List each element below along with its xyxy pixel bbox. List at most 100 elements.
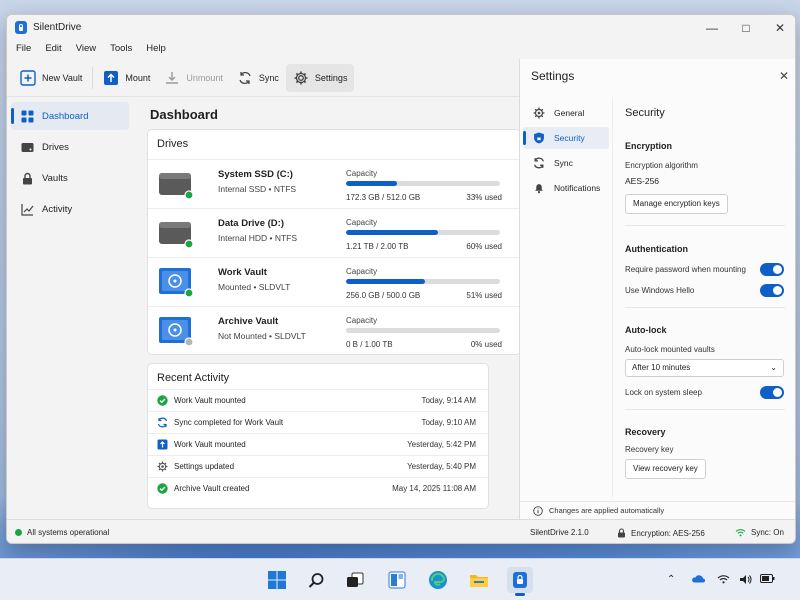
sidebar: Dashboard Drives Vaults Activity bbox=[7, 99, 133, 519]
drive-subtitle: Not Mounted • SLDVLT bbox=[218, 331, 306, 341]
volume-icon[interactable] bbox=[739, 574, 752, 588]
activity-text: Work Vault mounted bbox=[174, 440, 246, 449]
activity-time: May 14, 2025 11:08 AM bbox=[392, 484, 476, 493]
info-icon bbox=[533, 505, 543, 516]
settings-nav-notifications[interactable]: Notifications bbox=[523, 177, 609, 199]
windows-hello-label: Use Windows Hello bbox=[625, 286, 695, 295]
menu-view[interactable]: View bbox=[76, 41, 96, 59]
settings-footer: Changes are applied automatically bbox=[520, 501, 795, 519]
menu-edit[interactable]: Edit bbox=[45, 41, 61, 59]
close-settings-button[interactable]: ✕ bbox=[779, 69, 789, 83]
unmount-icon bbox=[164, 70, 180, 86]
manage-encryption-keys-button[interactable]: Manage encryption keys bbox=[625, 194, 728, 214]
taskbar-search-button[interactable] bbox=[303, 567, 329, 593]
activity-row[interactable]: Archive Vault created May 14, 2025 11:08… bbox=[148, 477, 488, 499]
sidebar-item-activity[interactable]: Activity bbox=[11, 195, 129, 223]
status-dot-icon bbox=[15, 529, 22, 536]
activity-text: Archive Vault created bbox=[174, 484, 250, 493]
tray-overflow-chevron-icon[interactable]: ⌃ bbox=[667, 574, 675, 585]
widgets-icon bbox=[388, 571, 406, 589]
capacity-bar bbox=[346, 230, 500, 235]
widgets-button[interactable] bbox=[384, 567, 410, 593]
settings-nav-general[interactable]: General bbox=[523, 102, 609, 124]
system-status-text: All systems operational bbox=[27, 528, 110, 537]
drive-row[interactable]: Work Vault Mounted • SLDVLT Capacity 256… bbox=[148, 257, 520, 306]
recovery-key-label: Recovery key bbox=[625, 445, 674, 454]
menu-tools[interactable]: Tools bbox=[110, 41, 132, 59]
settings-footer-text: Changes are applied automatically bbox=[549, 506, 665, 515]
autolock-mounted-label: Auto-lock mounted vaults bbox=[625, 345, 715, 354]
drive-subtitle: Internal SSD • NTFS bbox=[218, 184, 297, 194]
lock-on-sleep-toggle[interactable] bbox=[760, 386, 784, 399]
capacity-label: Capacity bbox=[346, 316, 378, 325]
system-status: All systems operational bbox=[15, 528, 109, 537]
edge-browser-icon bbox=[429, 571, 447, 589]
start-button[interactable] bbox=[264, 567, 290, 593]
app-version-text: SilentDrive 2.1.0 bbox=[530, 528, 589, 537]
activity-row[interactable]: Settings updated Yesterday, 5:40 PM bbox=[148, 455, 488, 477]
drive-row[interactable]: System SSD (C:) Internal SSD • NTFS Capa… bbox=[148, 159, 520, 208]
settings-panel: Settings ✕ General Security Sync Notific… bbox=[519, 59, 795, 519]
battery-icon[interactable] bbox=[760, 574, 775, 586]
settings-nav-security[interactable]: Security bbox=[523, 127, 609, 149]
app-window: SilentDrive — □ ✕ File Edit View Tools H… bbox=[6, 14, 796, 544]
close-window-button[interactable]: ✕ bbox=[763, 15, 795, 41]
encryption-status: Encryption: AES-256 bbox=[617, 528, 705, 538]
check-circle-icon bbox=[157, 395, 168, 406]
edge-browser-button[interactable] bbox=[425, 567, 451, 593]
sync-icon bbox=[237, 70, 253, 86]
status-bar: All systems operational SilentDrive 2.1.… bbox=[7, 519, 795, 543]
authentication-heading: Authentication bbox=[625, 244, 688, 254]
activity-time: Yesterday, 5:42 PM bbox=[407, 440, 476, 449]
activity-text: Sync completed for Work Vault bbox=[174, 418, 284, 427]
autolock-dropdown[interactable]: After 10 minutes ⌄ bbox=[625, 359, 784, 377]
silentdrive-taskbar-button[interactable] bbox=[507, 567, 533, 596]
capacity-label: Capacity bbox=[346, 267, 378, 276]
activity-row[interactable]: Work Vault mounted Today, 9:14 AM bbox=[148, 389, 488, 411]
drive-subtitle: Internal HDD • NTFS bbox=[218, 233, 298, 243]
sidebar-item-label: Dashboard bbox=[42, 110, 89, 122]
view-recovery-key-button[interactable]: View recovery key bbox=[625, 459, 706, 479]
sync-icon bbox=[534, 157, 544, 169]
sidebar-item-vaults[interactable]: Vaults bbox=[11, 164, 129, 192]
menu-help[interactable]: Help bbox=[146, 41, 166, 59]
settings-nav-label: Security bbox=[554, 133, 585, 143]
capacity-value: 1.21 TB / 2.00 TB bbox=[346, 242, 409, 251]
vault-icon bbox=[159, 268, 194, 297]
gear-icon bbox=[293, 70, 309, 86]
sidebar-item-dashboard[interactable]: Dashboard bbox=[11, 102, 129, 130]
activity-row[interactable]: Work Vault mounted Yesterday, 5:42 PM bbox=[148, 433, 488, 455]
settings-title: Settings bbox=[531, 69, 575, 83]
capacity-bar bbox=[346, 279, 500, 284]
menu-file[interactable]: File bbox=[16, 41, 31, 59]
taskbar: ⌃ bbox=[0, 558, 800, 600]
activity-time: Yesterday, 5:40 PM bbox=[407, 462, 476, 471]
title-bar: SilentDrive — □ ✕ bbox=[7, 15, 795, 41]
onedrive-cloud-icon[interactable] bbox=[691, 574, 705, 586]
new-vault-label: New Vault bbox=[42, 72, 83, 83]
recent-activity-card: Recent Activity Work Vault mounted Today… bbox=[147, 363, 489, 509]
capacity-value: 172.3 GB / 512.0 GB bbox=[346, 193, 421, 202]
file-explorer-button[interactable] bbox=[466, 567, 492, 593]
drive-row[interactable]: Data Drive (D:) Internal HDD • NTFS Capa… bbox=[148, 208, 520, 257]
wifi-icon[interactable] bbox=[717, 574, 730, 587]
settings-nav-sync[interactable]: Sync bbox=[523, 152, 609, 174]
task-view-icon bbox=[347, 572, 364, 587]
settings-button[interactable]: Settings bbox=[285, 63, 355, 92]
sync-button[interactable]: Sync bbox=[230, 64, 286, 92]
unmount-button[interactable]: Unmount bbox=[157, 64, 230, 92]
sidebar-item-label: Drives bbox=[42, 141, 69, 153]
activity-text: Settings updated bbox=[174, 462, 235, 471]
drive-icon bbox=[21, 142, 34, 152]
chevron-down-icon: ⌄ bbox=[770, 363, 777, 372]
drive-row[interactable]: Archive Vault Not Mounted • SLDVLT Capac… bbox=[148, 306, 520, 355]
task-view-button[interactable] bbox=[342, 567, 368, 593]
minimize-button[interactable]: — bbox=[695, 15, 729, 41]
sidebar-item-drives[interactable]: Drives bbox=[11, 133, 129, 161]
new-vault-button[interactable]: New Vault bbox=[13, 64, 89, 92]
require-password-toggle[interactable] bbox=[760, 263, 784, 276]
mount-button[interactable]: Mount bbox=[96, 64, 157, 92]
windows-hello-toggle[interactable] bbox=[760, 284, 784, 297]
maximize-button[interactable]: □ bbox=[729, 15, 763, 41]
activity-row[interactable]: Sync completed for Work Vault Today, 9:1… bbox=[148, 411, 488, 433]
